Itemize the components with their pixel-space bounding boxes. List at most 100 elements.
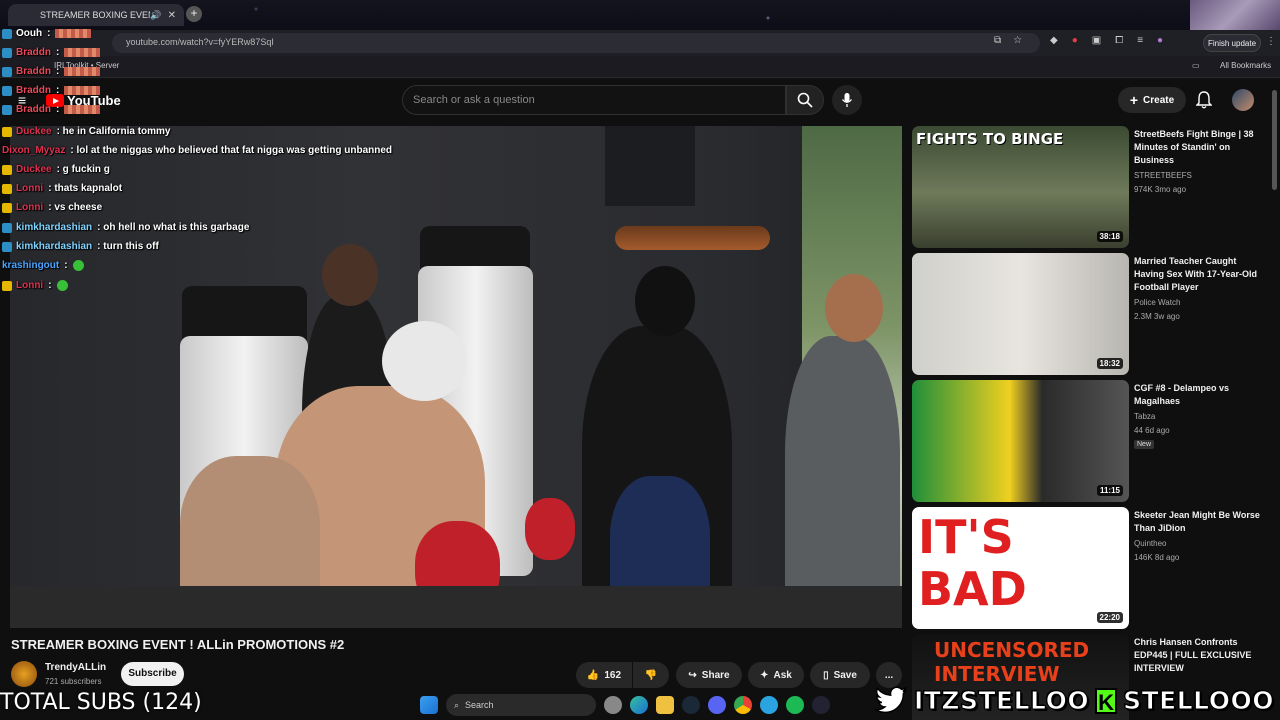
- recommended-video-title[interactable]: CGF #8 - Delampeo vs Magalhaes: [1134, 382, 1264, 408]
- thumbnail-text: IT'S BAD: [918, 510, 1027, 616]
- like-button[interactable]: 👍 162: [576, 662, 632, 688]
- chat-text: : g fuckin g: [56, 164, 110, 175]
- ask-button[interactable]: ✦ Ask: [748, 662, 804, 688]
- chat-username: Braddn: [16, 66, 51, 77]
- recommended-channel-name[interactable]: Police Watch: [1134, 298, 1180, 307]
- url-actions: ⧉ ☆: [994, 35, 1022, 46]
- cast-icon[interactable]: ⧉: [994, 35, 1001, 46]
- steam-icon[interactable]: [682, 696, 700, 714]
- new-tab-button[interactable]: +: [186, 6, 202, 22]
- recommended-video-title[interactable]: StreetBeefs Fight Binge | 38 Minutes of …: [1134, 128, 1264, 167]
- recommended-video[interactable]: FIGHTS TO BINGE 38:18 StreetBeefs Fight Bi…: [912, 126, 1272, 248]
- taskbar-app-icon[interactable]: [604, 696, 622, 714]
- chat-badge-icon: [2, 280, 12, 291]
- recommended-video-title[interactable]: Married Teacher Caught Having Sex With 1…: [1134, 255, 1264, 294]
- share-label: Share: [701, 669, 730, 681]
- chat-message: Lonni: vs cheese: [2, 202, 102, 213]
- redacted-emote: [64, 48, 101, 57]
- video-frame-sign: [605, 126, 695, 206]
- total-subs-overlay: TOTAL SUBS (124): [0, 690, 202, 715]
- create-button[interactable]: + Create: [1118, 87, 1186, 113]
- recommended-channel-name[interactable]: Tabza: [1134, 412, 1155, 421]
- recommended-video[interactable]: 11:15 CGF #8 - Delampeo vs Magalhaes Tabza…: [912, 380, 1272, 502]
- chat-username: Braddn: [16, 85, 51, 96]
- telegram-icon[interactable]: [760, 696, 778, 714]
- redacted-emote: [64, 67, 101, 76]
- notifications-bell-icon[interactable]: [1196, 91, 1212, 109]
- recommended-video[interactable]: IT'S BAD 22:20 Skeeter Jean Might Be Worse…: [912, 507, 1272, 629]
- url-field[interactable]: youtube.com/watch?v=fyYERw87SqI: [112, 33, 1040, 53]
- video-thumbnail[interactable]: FIGHTS TO BINGE 38:18: [912, 126, 1129, 248]
- puzzle-icon[interactable]: ⧠: [1115, 35, 1123, 46]
- chrome-icon[interactable]: [734, 696, 752, 714]
- video-thumbnail[interactable]: 18:32: [912, 253, 1129, 375]
- video-thumbnail[interactable]: 11:15: [912, 380, 1129, 502]
- extension-icon[interactable]: ▣: [1092, 35, 1101, 46]
- video-title: STREAMER BOXING EVENT ! ALLin PROMOTIONS…: [11, 637, 345, 652]
- file-explorer-icon[interactable]: [656, 696, 674, 714]
- finish-update-button[interactable]: Finish update: [1203, 34, 1261, 52]
- channel-avatar[interactable]: [11, 661, 37, 687]
- recommended-video-title[interactable]: Chris Hansen Confronts EDP445 | FULL EXC…: [1134, 636, 1264, 675]
- account-avatar[interactable]: [1232, 89, 1254, 111]
- more-label: ...: [884, 669, 894, 681]
- dislike-button[interactable]: 👎: [633, 662, 669, 688]
- steam-icon[interactable]: [812, 696, 830, 714]
- chat-message: Lonni:: [2, 280, 68, 291]
- chat-username: Lonni: [16, 183, 44, 194]
- sparkle-icon: ✦: [760, 669, 769, 681]
- share-button[interactable]: ↪ Share: [676, 662, 742, 688]
- chat-text: : he in California tommy: [56, 126, 171, 137]
- extension-icon[interactable]: ●: [1072, 35, 1078, 46]
- folder-icon: ▭: [1192, 61, 1200, 70]
- chat-badge-icon: [2, 183, 12, 194]
- video-player[interactable]: [10, 126, 902, 628]
- edge-icon[interactable]: [630, 696, 648, 714]
- recommended-video-meta: 146K 8d ago: [1134, 553, 1180, 562]
- recommended-video-title[interactable]: Skeeter Jean Might Be Worse Than JiDion: [1134, 509, 1264, 535]
- chat-username: Braddn: [16, 104, 51, 115]
- voice-search-button[interactable]: [832, 85, 862, 115]
- windows-start-icon[interactable]: [420, 696, 438, 714]
- channel-name[interactable]: TrendyALLin: [45, 662, 106, 673]
- search-button[interactable]: [786, 85, 824, 115]
- bookmarks-bar: IRLToolkit • Server ▭ All Bookmarks: [0, 56, 1280, 78]
- recommended-video[interactable]: 18:32 Married Teacher Caught Having Sex W…: [912, 253, 1272, 375]
- taskbar-search[interactable]: ⌕ Search: [446, 694, 596, 716]
- chat-badge-icon: [2, 222, 12, 233]
- audio-icon[interactable]: 🔊: [150, 10, 161, 21]
- video-frame-headgear: [382, 321, 467, 401]
- like-count: 162: [604, 669, 622, 681]
- discord-icon[interactable]: [708, 696, 726, 714]
- kick-logo-icon: K: [1095, 687, 1118, 715]
- page-scrollbar[interactable]: [1272, 90, 1277, 190]
- extension-icon[interactable]: ◆: [1050, 35, 1058, 46]
- video-thumbnail[interactable]: IT'S BAD 22:20: [912, 507, 1129, 629]
- browser-tab[interactable]: STREAMER BOXING EVENT 🔊 ✕: [8, 4, 184, 26]
- video-duration: 11:15: [1096, 485, 1123, 496]
- save-icon: ▯: [823, 669, 829, 681]
- new-badge: New: [1134, 440, 1155, 449]
- kebab-menu-icon[interactable]: ⋮: [1266, 36, 1276, 47]
- recommended-channel-name[interactable]: STREETBEEFS: [1134, 171, 1192, 180]
- save-button[interactable]: ▯ Save: [810, 662, 870, 688]
- recommended-video-meta: 2.3M 3w ago: [1134, 312, 1180, 321]
- profile-icon[interactable]: ●: [1157, 35, 1163, 46]
- menu-lines-icon[interactable]: ≡: [1137, 35, 1143, 46]
- video-frame-head: [825, 274, 883, 342]
- subscribe-button[interactable]: Subscribe: [121, 662, 184, 686]
- video-frame-head: [635, 266, 695, 336]
- search-input[interactable]: Search or ask a question: [402, 85, 786, 115]
- chat-text: :: [56, 66, 60, 77]
- recommended-video-meta: 44 6d ago: [1134, 426, 1170, 435]
- chat-badge-icon: [2, 28, 12, 39]
- recommended-channel-name[interactable]: Quintheo: [1134, 539, 1166, 548]
- video-duration: 18:32: [1096, 358, 1123, 369]
- chat-text: :: [48, 280, 52, 291]
- spotify-icon[interactable]: [786, 696, 804, 714]
- search-icon: ⌕: [454, 699, 460, 710]
- chat-message: kimkhardashian: oh hell no what is this …: [2, 222, 249, 233]
- close-tab-icon[interactable]: ✕: [168, 10, 176, 21]
- bookmark-star-icon[interactable]: ☆: [1013, 35, 1022, 46]
- all-bookmarks[interactable]: All Bookmarks: [1220, 61, 1271, 70]
